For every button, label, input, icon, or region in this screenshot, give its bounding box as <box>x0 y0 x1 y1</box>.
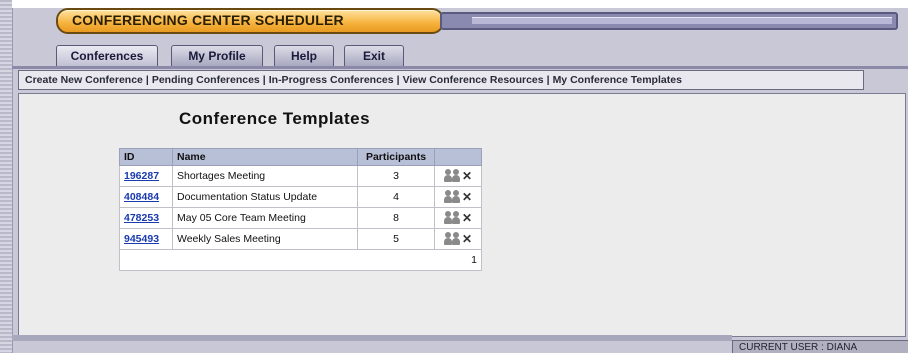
table-row: 478253 May 05 Core Team Meeting 8 ✕ <box>119 207 482 229</box>
templates-table: ID Name Participants 196287 Shortages Me… <box>119 148 482 271</box>
tab-help[interactable]: Help <box>274 45 334 66</box>
current-user-status: CURRENT USER : DIANA <box>732 340 908 353</box>
app-title-pill: CONFERENCING CENTER SCHEDULER <box>56 8 444 34</box>
header-id: ID <box>119 148 173 166</box>
template-id-link[interactable]: 408484 <box>124 191 159 203</box>
content-panel: Conference Templates ID Name Participant… <box>18 93 906 337</box>
menu-pending-conferences[interactable]: Pending Conferences <box>152 74 260 86</box>
table-row: 196287 Shortages Meeting 3 ✕ <box>119 165 482 187</box>
conference-menu-bar: Create New Conference | Pending Conference… <box>18 70 864 90</box>
participant-count: 8 <box>357 207 435 229</box>
pagination-row: 1 <box>119 249 482 271</box>
menu-my-conference-templates[interactable]: My Conference Templates <box>553 74 682 86</box>
template-id-link[interactable]: 478253 <box>124 212 159 224</box>
page-number[interactable]: 1 <box>119 249 482 271</box>
menu-view-conference-resources[interactable]: View Conference Resources <box>403 74 544 86</box>
app-frame: CONFERENCING CENTER SCHEDULER Conference… <box>0 0 908 353</box>
tab-conferences[interactable]: Conferences <box>56 45 158 66</box>
remove-participants-icon[interactable]: ✕ <box>444 231 472 247</box>
template-name: Shortages Meeting <box>172 165 358 187</box>
remove-participants-icon[interactable]: ✕ <box>444 189 472 205</box>
header-name: Name <box>172 148 358 166</box>
page-title: Conference Templates <box>179 109 371 128</box>
template-name: Documentation Status Update <box>172 186 358 208</box>
table-row: 408484 Documentation Status Update 4 ✕ <box>119 186 482 208</box>
participant-count: 3 <box>357 165 435 187</box>
table-header-row: ID Name Participants <box>119 148 482 166</box>
tab-underline <box>12 66 908 69</box>
menu-in-progress-conferences[interactable]: In-Progress Conferences <box>269 74 394 86</box>
template-id-link[interactable]: 196287 <box>124 170 159 182</box>
participant-count: 5 <box>357 228 435 250</box>
remove-participants-icon[interactable]: ✕ <box>444 168 472 184</box>
template-id-link[interactable]: 945493 <box>124 233 159 245</box>
title-bar-decoration <box>440 12 898 30</box>
participant-count: 4 <box>357 186 435 208</box>
app-title: CONFERENCING CENTER SCHEDULER <box>72 12 344 28</box>
tab-my-profile[interactable]: My Profile <box>171 45 263 66</box>
table-row: 945493 Weekly Sales Meeting 5 ✕ <box>119 228 482 250</box>
top-strip <box>12 0 908 8</box>
header-actions <box>434 148 482 166</box>
bottom-bar <box>12 335 732 341</box>
template-name: May 05 Core Team Meeting <box>172 207 358 229</box>
template-name: Weekly Sales Meeting <box>172 228 358 250</box>
tab-exit[interactable]: Exit <box>344 45 404 66</box>
header-participants: Participants <box>357 148 435 166</box>
remove-participants-icon[interactable]: ✕ <box>444 210 472 226</box>
menu-create-new-conference[interactable]: Create New Conference <box>25 74 143 86</box>
left-edge-decoration <box>0 0 13 353</box>
